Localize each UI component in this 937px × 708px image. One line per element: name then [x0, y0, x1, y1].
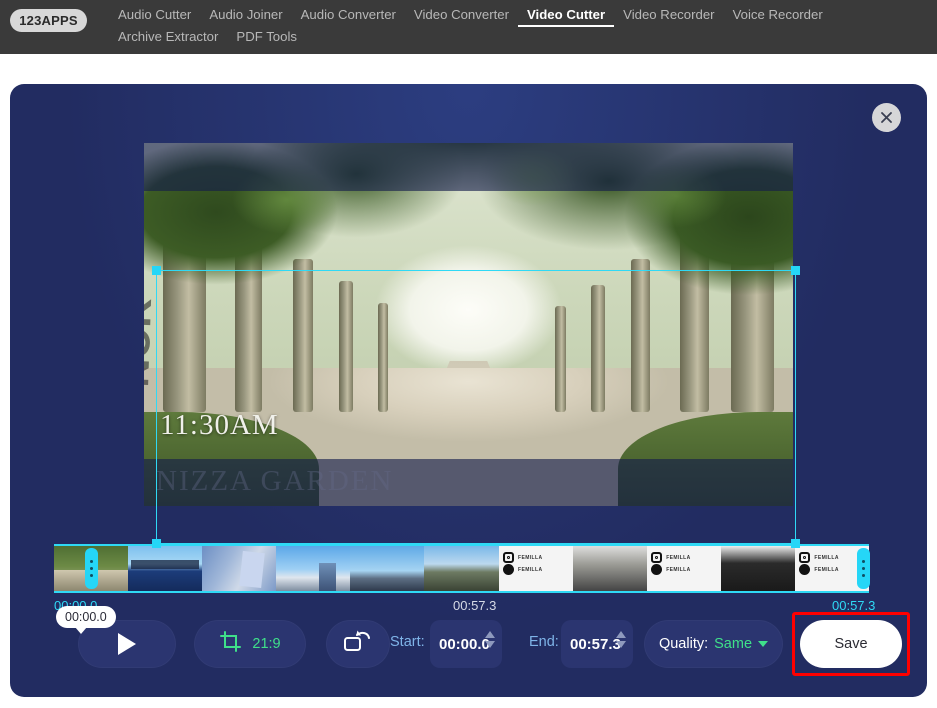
timeline-thumbnail	[276, 546, 351, 591]
quality-label: Quality:	[658, 636, 709, 652]
start-time-label: Start:	[390, 634, 425, 650]
crop-ratio-label: 21:9	[252, 636, 281, 652]
nav-item-audio-converter[interactable]: Audio Converter	[292, 5, 405, 27]
crop-icon	[219, 630, 243, 659]
close-icon[interactable]	[872, 103, 901, 132]
snapchat-icon	[503, 564, 514, 575]
timeline-thumbnail	[202, 546, 277, 591]
nav-item-video-cutter[interactable]: Video Cutter	[517, 5, 615, 27]
instagram-icon	[651, 552, 663, 564]
rotate-icon	[343, 629, 373, 660]
timeline-thumbnail: FEMILLA FEMILLA ➜	[646, 546, 721, 591]
timeline-thumbnail	[350, 546, 425, 591]
editor-panel: NOK 11:30AM NIZZA GARDEN 00:00.0 FEMILLA…	[10, 84, 927, 697]
snapchat-icon	[799, 564, 811, 575]
rotate-button[interactable]	[326, 620, 390, 668]
start-time-stepper[interactable]	[485, 631, 495, 648]
start-time-input[interactable]: 00:00.0	[430, 620, 502, 668]
thumb-label: FEMILLA	[518, 566, 543, 573]
playhead-time-tooltip: 00:00.0	[56, 606, 116, 634]
crop-handle-bottom-right[interactable]	[791, 539, 800, 548]
nav-item-pdf-tools[interactable]: PDF Tools	[227, 27, 306, 49]
brand-logo[interactable]: 123APPS	[10, 9, 87, 32]
nav-item-audio-cutter[interactable]: Audio Cutter	[109, 5, 200, 27]
snapchat-icon	[651, 564, 663, 575]
timeline-thumbnail: FEMILLA FEMILLA ➜	[498, 546, 573, 591]
crop-button[interactable]: 21:9	[194, 620, 306, 668]
nav-item-audio-joiner[interactable]: Audio Joiner	[200, 5, 291, 27]
quality-dropdown[interactable]: Quality: Same	[644, 620, 783, 668]
instagram-icon	[503, 552, 514, 564]
start-time-value: 00:00.0	[439, 635, 490, 653]
instagram-icon	[799, 552, 811, 564]
nav-item-voice-recorder[interactable]: Voice Recorder	[724, 5, 832, 27]
crop-handle-bottom-left[interactable]	[152, 539, 161, 548]
timeline-filmstrip[interactable]: FEMILLA FEMILLA ➜ FEMILLA FEMILLA ➜	[54, 544, 869, 593]
thumb-label: FEMILLA	[814, 554, 839, 561]
nav-links: Audio Cutter Audio Joiner Audio Converte…	[109, 0, 937, 49]
trim-handle-right[interactable]	[857, 548, 870, 589]
save-highlight-box: Save	[792, 612, 910, 676]
crop-selection-rect[interactable]	[152, 266, 800, 548]
timeline-thumbnail	[720, 546, 795, 591]
play-icon	[118, 633, 136, 655]
stepper-up-icon[interactable]	[616, 631, 626, 638]
trim-handle-left[interactable]	[85, 548, 98, 589]
thumb-label: FEMILLA	[814, 566, 839, 573]
end-time-stepper[interactable]	[616, 631, 626, 648]
stepper-down-icon[interactable]	[485, 641, 495, 648]
nav-item-archive-extractor[interactable]: Archive Extractor	[109, 27, 227, 49]
save-button[interactable]: Save	[800, 620, 902, 668]
nav-item-video-recorder[interactable]: Video Recorder	[614, 5, 723, 27]
end-time-input[interactable]: 00:57.3	[561, 620, 633, 668]
timeline-thumbnail	[572, 546, 647, 591]
timeline-label-end: 00:57.3	[832, 598, 876, 613]
crop-handle-top-left[interactable]	[152, 266, 161, 275]
timeline-thumbnail	[128, 546, 203, 591]
end-time-label: End:	[529, 634, 559, 650]
timeline[interactable]: FEMILLA FEMILLA ➜ FEMILLA FEMILLA ➜	[54, 544, 870, 593]
end-time-value: 00:57.3	[570, 635, 621, 653]
thumb-label: FEMILLA	[518, 554, 543, 561]
thumb-label: FEMILLA	[666, 554, 691, 561]
thumb-label: FEMILLA	[666, 566, 691, 573]
chevron-down-icon	[758, 641, 769, 647]
quality-value: Same	[714, 636, 753, 652]
timeline-label-middle: 00:57.3	[453, 598, 497, 613]
timeline-thumbnail	[424, 546, 499, 591]
stepper-down-icon[interactable]	[616, 641, 626, 648]
nav-item-video-converter[interactable]: Video Converter	[405, 5, 518, 27]
crop-handle-top-right[interactable]	[791, 266, 800, 275]
stepper-up-icon[interactable]	[485, 631, 495, 638]
top-navigation-bar: 123APPS Audio Cutter Audio Joiner Audio …	[0, 0, 937, 54]
controls-bar: 21:9 Start: 00:00.0 End: 00:57.3 Quality…	[10, 612, 927, 682]
